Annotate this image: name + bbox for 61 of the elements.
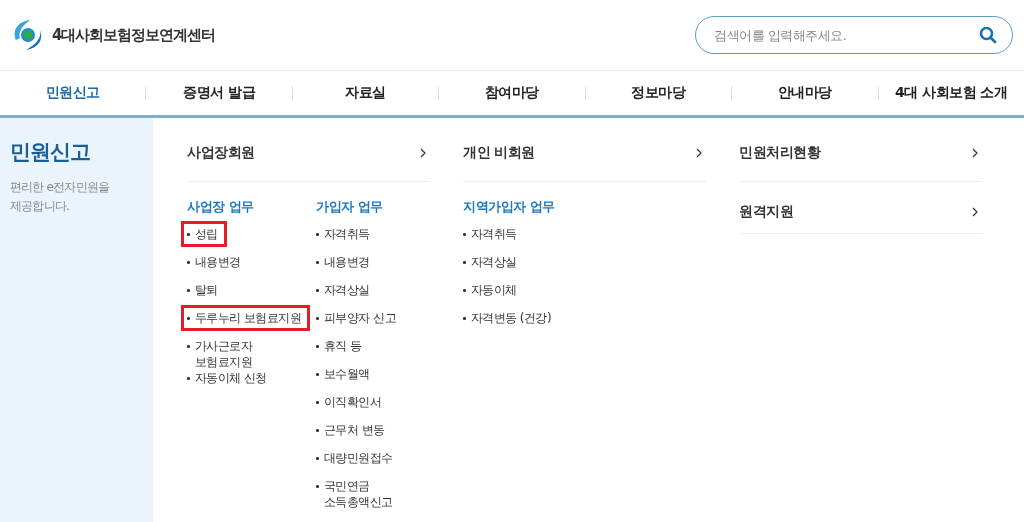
submenu-link[interactable]: 휴직 등 <box>310 333 371 359</box>
nav-tab[interactable]: 4대 사회보험 소개 <box>889 80 1014 106</box>
site-name: 4대사회보험정보연계센터 <box>52 25 216 45</box>
group-heading: 지역가입자 업무 <box>463 198 556 216</box>
submenu-link[interactable]: 자격상실 <box>457 249 526 275</box>
submenu-link[interactable]: 자격취득 <box>310 221 379 247</box>
bullet-icon <box>187 317 190 320</box>
chevron-icon <box>420 147 426 158</box>
submenu-link[interactable]: 이직확인서 <box>310 389 391 415</box>
bullet-icon <box>187 377 190 380</box>
bullet-icon <box>187 261 190 264</box>
submenu-link[interactable]: 근무처 변동 <box>310 417 394 443</box>
search-icon[interactable] <box>979 26 997 44</box>
nav-tab[interactable]: 민원신고 <box>39 80 106 106</box>
submenu-link[interactable]: 자격변동 (건강) <box>457 305 561 331</box>
nav-tab[interactable]: 증명서 발급 <box>177 80 262 106</box>
bullet-icon <box>463 261 466 264</box>
submenu-link[interactable]: 대량민원접수 <box>310 445 402 471</box>
nav-tab[interactable]: 정보마당 <box>625 80 692 106</box>
bullet-icon <box>316 373 319 376</box>
bullet-icon <box>316 233 319 236</box>
submenu-link[interactable]: 내용변경 <box>181 249 250 275</box>
bullet-icon <box>316 457 319 460</box>
menu-link[interactable]: 개인 비회원 <box>463 132 706 182</box>
submenu-link[interactable]: 자격상실 <box>310 277 379 303</box>
search-field[interactable]: 검색어를 입력해주세요. <box>695 16 1013 54</box>
bullet-icon <box>316 485 319 488</box>
submenu-link[interactable]: 탈퇴 <box>181 277 227 303</box>
group-heading: 사업장 업무 <box>187 198 255 216</box>
submenu-link[interactable]: 두루누리 보험료지원 <box>181 305 311 331</box>
sidebar-title: 민원신고 <box>10 139 91 166</box>
sidebar-description: 편리한 e전자민원을 제공합니다. <box>10 179 111 215</box>
submenu-link[interactable]: 내용변경 <box>310 249 379 275</box>
nav-tab[interactable]: 참여마당 <box>478 80 545 106</box>
submenu-link[interactable]: 보수월액 <box>310 361 379 387</box>
bullet-icon <box>187 345 190 348</box>
chevron-icon <box>972 147 978 158</box>
submenu-link[interactable]: 자격취득 <box>457 221 526 247</box>
nav-tab[interactable]: 안내마당 <box>771 80 838 106</box>
submenu-link[interactable]: 자동이체 <box>457 277 526 303</box>
menu-link[interactable]: 민원처리현황 <box>739 132 982 182</box>
bullet-icon <box>463 317 466 320</box>
bullet-icon <box>316 401 319 404</box>
nav-tab[interactable]: 자료실 <box>339 80 392 106</box>
bullet-icon <box>463 233 466 236</box>
bullet-icon <box>316 345 319 348</box>
group-heading: 가입자 업무 <box>316 198 384 216</box>
chevron-icon <box>696 147 702 158</box>
menu-link[interactable]: 사업장회원 <box>187 132 430 182</box>
bullet-icon <box>316 429 319 432</box>
bullet-icon <box>187 289 190 292</box>
bullet-icon <box>463 289 466 292</box>
bullet-icon <box>316 317 319 320</box>
menu-link[interactable]: 원격지원 <box>739 182 982 234</box>
bullet-icon <box>187 233 190 236</box>
submenu-link[interactable]: 국민연금 소득총액신고 <box>310 473 402 515</box>
submenu-link[interactable]: 성립 <box>181 221 227 247</box>
bullet-icon <box>316 261 319 264</box>
chevron-icon <box>972 206 978 217</box>
submenu-link[interactable]: 피부양자 신고 <box>310 305 406 331</box>
bullet-icon <box>316 289 319 292</box>
